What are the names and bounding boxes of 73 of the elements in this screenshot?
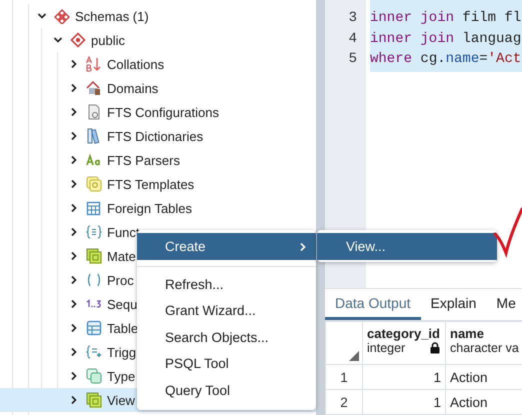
table-cell: 1 — [362, 390, 446, 414]
tree-item[interactable]: Type — [66, 364, 136, 388]
tree-item[interactable]: FTS Templates — [66, 172, 194, 196]
chevron-right-icon — [69, 179, 79, 189]
menu-item[interactable]: Refresh... — [137, 271, 316, 298]
parentheses-icon — [86, 272, 102, 288]
tree-item[interactable]: Collations — [66, 52, 164, 76]
result-tab[interactable]: Explain — [420, 289, 486, 320]
stacked-squares-icon — [86, 248, 102, 264]
diamond-icon — [70, 32, 86, 48]
tree-item[interactable]: Schemas (1) — [34, 4, 149, 28]
sort-triangle-icon — [349, 351, 359, 361]
line-number: 4 — [348, 30, 358, 48]
table-cell: 1 — [362, 364, 446, 390]
chevron-right-icon — [69, 83, 79, 93]
letters-icon — [86, 152, 102, 168]
chevron-right-icon — [69, 59, 79, 69]
tree-item[interactable]: Foreign Tables — [66, 196, 192, 220]
stacked-squares-icon — [86, 392, 102, 408]
line-number: 5 — [348, 51, 358, 69]
line-number: 3 — [348, 10, 358, 28]
splitter-handle[interactable] — [316, 0, 325, 415]
chevron-right-icon — [69, 371, 79, 381]
row-number: 2 — [326, 390, 362, 414]
chevron-right-icon — [69, 203, 79, 213]
column-header[interactable]: name character va — [446, 322, 522, 364]
menu-item[interactable]: Search Objects... — [137, 324, 316, 350]
column-name: category_id — [367, 326, 441, 341]
chevron-down-icon — [37, 11, 47, 21]
result-tab[interactable]: Me — [486, 289, 522, 320]
menu-item[interactable]: PSQL Tool — [137, 350, 316, 377]
chevron-right-icon — [69, 155, 79, 165]
braces-icon — [86, 344, 102, 360]
house-icon — [86, 80, 102, 96]
chevron-right-icon — [69, 251, 79, 261]
stacked-squares-icon — [86, 368, 102, 384]
tree-item[interactable]: public — [50, 28, 125, 52]
chevron-right-icon — [69, 275, 79, 285]
tree-item[interactable]: Sequ — [66, 292, 138, 316]
row-number: 1 — [326, 364, 362, 390]
tree-item[interactable]: FTS Parsers — [66, 148, 180, 172]
menu-item-label: Create — [165, 239, 206, 254]
books-icon — [86, 128, 102, 144]
chevron-right-icon — [69, 131, 79, 141]
column-type: integer — [367, 341, 406, 355]
chevron-right-icon — [69, 227, 79, 237]
table-icon — [86, 200, 102, 216]
braces-icon — [86, 224, 102, 240]
tree-item[interactable]: Proc — [66, 268, 134, 292]
tree-item[interactable]: FTS Configurations — [66, 100, 219, 124]
column-name: name — [450, 326, 485, 341]
chevron-right-icon — [298, 242, 308, 252]
chevron-right-icon — [69, 347, 79, 357]
chevron-down-icon — [53, 35, 63, 45]
chevron-right-icon — [69, 395, 79, 405]
chevron-right-icon — [69, 107, 79, 117]
column-header[interactable]: category_id integer — [362, 322, 446, 364]
chevron-right-icon — [69, 299, 79, 309]
sort-letters-icon — [86, 56, 102, 72]
chevron-right-icon — [69, 323, 79, 333]
table-icon — [86, 320, 102, 336]
result-tab[interactable]: Data Output — [325, 289, 420, 320]
menu-item[interactable]: Grant Wizard... — [137, 298, 316, 324]
tree-item[interactable]: Domains — [66, 76, 158, 100]
menu-item[interactable]: View... — [317, 233, 497, 260]
tree-item[interactable]: FTS Dictionaries — [66, 124, 204, 148]
tree-item[interactable]: Table — [66, 316, 138, 340]
tree-item[interactable]: Trigg — [66, 340, 136, 364]
schemas-icon — [54, 8, 70, 24]
tree-item[interactable]: Mate — [66, 244, 136, 268]
menu-item[interactable]: Create — [137, 233, 316, 260]
menu-item[interactable]: Query Tool — [137, 377, 316, 404]
column-type: character va — [450, 341, 519, 355]
